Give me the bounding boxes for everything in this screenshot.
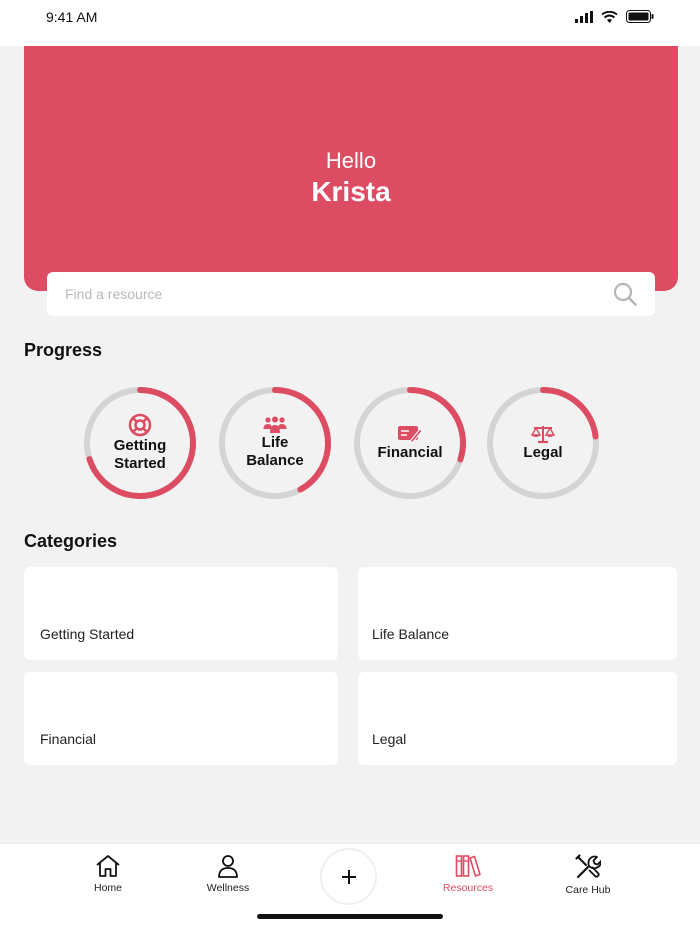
tab-label: Home [93, 882, 122, 894]
tools-icon [575, 854, 601, 879]
progress-legal[interactable]: Legal [486, 386, 600, 500]
home-icon [96, 855, 120, 877]
tab-label: Resources [442, 882, 494, 894]
category-card-getting-started[interactable]: Getting Started [24, 567, 338, 660]
progress-label: Legal [523, 444, 563, 461]
category-label: Legal [372, 731, 407, 747]
scales-icon [531, 426, 555, 444]
books-icon [455, 855, 481, 877]
lifebuoy-icon [128, 413, 152, 437]
progress-getting-started[interactable]: Getting Started [83, 386, 197, 500]
progress-title: Progress [24, 340, 103, 360]
add-button[interactable] [320, 848, 377, 905]
progress-label: Financial [377, 444, 443, 461]
people-icon [263, 416, 287, 433]
progress-life-balance[interactable]: Life Balance [218, 386, 332, 500]
tab-wellness[interactable]: Wellness [183, 854, 273, 894]
search-icon[interactable] [613, 282, 637, 306]
user-name: Krista [311, 176, 391, 207]
category-label: Getting Started [40, 626, 135, 642]
plus-icon [341, 869, 356, 884]
wifi-icon [601, 10, 618, 23]
tab-care-hub[interactable]: Care Hub [543, 854, 633, 896]
status-bar: 9:41 AM [0, 0, 700, 46]
category-label: Financial [40, 731, 97, 747]
categories-title: Categories [24, 531, 118, 551]
progress-label: Getting Started [113, 437, 167, 472]
tab-home[interactable]: Home [63, 854, 153, 894]
search-bar [47, 272, 655, 316]
category-card-legal[interactable]: Legal [358, 672, 677, 765]
status-icons [575, 10, 654, 23]
signal-icon [575, 10, 593, 23]
bottom-tab-bar: Home Wellness Resources Care Hub [0, 843, 700, 934]
progress-financial[interactable]: Financial [353, 386, 467, 500]
person-icon [218, 855, 238, 878]
category-label: Life Balance [372, 626, 450, 642]
category-card-life-balance[interactable]: Life Balance [358, 567, 677, 660]
tab-label: Care Hub [565, 884, 611, 896]
tab-label: Wellness [206, 882, 250, 894]
home-indicator [257, 914, 443, 919]
progress-label: Life Balance [246, 434, 304, 469]
tab-resources[interactable]: Resources [423, 854, 513, 894]
greeting-banner: Hello Krista [24, 46, 678, 291]
check-pen-icon [398, 426, 423, 444]
greeting-text: Hello [325, 148, 377, 173]
search-input[interactable] [65, 286, 613, 302]
category-card-financial[interactable]: Financial [24, 672, 338, 765]
status-time: 9:41 AM [46, 9, 98, 25]
battery-icon [626, 10, 654, 23]
